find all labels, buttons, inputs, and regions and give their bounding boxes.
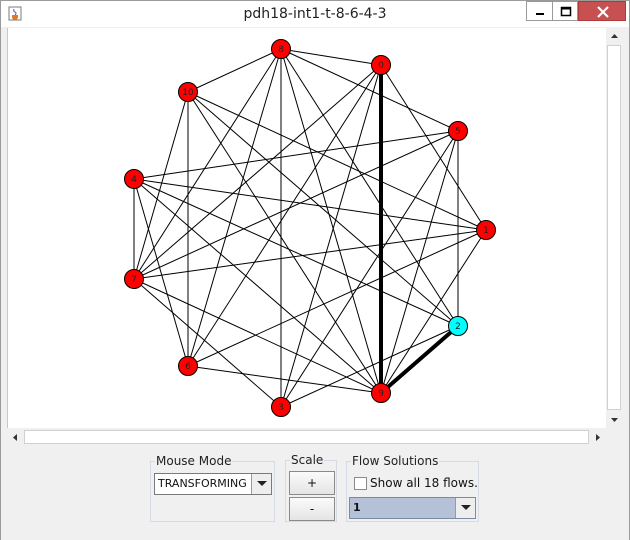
horizontal-scroll-thumb[interactable]	[24, 430, 589, 444]
graph-node-label: 2	[455, 322, 461, 332]
close-icon	[597, 6, 609, 18]
graph-edge-0-3	[280, 64, 382, 408]
graph-edge-5-9	[380, 130, 459, 394]
maximize-button[interactable]	[552, 1, 578, 21]
flow-solutions-panel: Flow Solutions Show all 18 flows. 1	[346, 454, 479, 522]
graph-node-4[interactable]: 4	[124, 169, 144, 189]
title-bar[interactable]: pdh18-int1-t-8-6-4-3	[1, 1, 629, 27]
flow-solution-dropdown-button[interactable]	[455, 498, 475, 518]
graph-node-10[interactable]: 10	[178, 82, 198, 102]
vertical-scrollbar[interactable]	[606, 28, 623, 428]
mouse-mode-panel: Mouse Mode TRANSFORMING	[150, 454, 275, 522]
graph-edge-0-7	[133, 64, 382, 280]
graph-node-label: 8	[278, 45, 284, 55]
graph-node-label: 4	[131, 175, 137, 185]
zoom-out-button[interactable]: -	[289, 497, 335, 521]
mouse-mode-title: Mouse Mode	[155, 454, 233, 468]
graph-node-label: 9	[378, 389, 384, 399]
graph-node-3[interactable]: 3	[271, 397, 291, 417]
show-all-flows-checkbox[interactable]	[354, 477, 367, 490]
mouse-mode-dropdown-button[interactable]	[251, 474, 271, 494]
show-all-flows-label[interactable]: Show all 18 flows.	[370, 475, 478, 492]
graph-node-1[interactable]: 1	[476, 220, 496, 240]
graph-node-label: 1	[483, 226, 489, 236]
flow-solution-value: 1	[353, 501, 361, 514]
graph-edge-8-6	[187, 48, 282, 367]
flow-solution-dropdown[interactable]: 1	[349, 497, 476, 519]
graph-edge-4-1	[133, 178, 487, 231]
scroll-left-icon[interactable]	[7, 429, 24, 446]
graph-edge-0-6	[187, 64, 382, 367]
graph-node-6[interactable]: 6	[178, 356, 198, 376]
graph-canvas[interactable]: 8 0 10 5 4 1 7 2 6 3 9	[7, 28, 607, 428]
scroll-right-icon[interactable]	[589, 429, 606, 446]
graph-node-label: 3	[278, 403, 284, 413]
horizontal-scrollbar[interactable]	[7, 429, 606, 446]
graph-view[interactable]: 8 0 10 5 4 1 7 2 6 3 9	[8, 28, 607, 428]
graph-node-label: 5	[455, 127, 461, 137]
scale-title: Scale	[290, 453, 325, 467]
graph-node-label: 7	[131, 275, 137, 285]
vertical-scroll-thumb[interactable]	[607, 45, 621, 410]
graph-edge-4-2	[133, 178, 459, 327]
graph-node-8[interactable]: 8	[271, 39, 291, 59]
graph-node-label: 0	[378, 61, 384, 71]
graph-edge-2-9	[379, 324, 460, 395]
mouse-mode-dropdown[interactable]: TRANSFORMING	[154, 473, 272, 495]
minimize-button[interactable]	[526, 1, 552, 21]
mouse-mode-value: TRANSFORMING	[158, 477, 247, 490]
graph-node-7[interactable]: 7	[124, 269, 144, 289]
minimize-icon	[536, 13, 544, 15]
zoom-in-button[interactable]: +	[289, 471, 335, 495]
flow-solutions-title: Flow Solutions	[351, 454, 440, 468]
graph-node-label: 10	[182, 88, 194, 98]
graph-node-5[interactable]: 5	[448, 121, 468, 141]
scale-panel: Scale + -	[285, 453, 337, 522]
scroll-down-icon[interactable]	[606, 411, 623, 428]
graph-edge-5-3	[280, 130, 459, 408]
graph-edge-8-9	[280, 48, 382, 394]
graph-node-0[interactable]: 0	[371, 55, 391, 75]
graph-node-2[interactable]: 2	[448, 316, 468, 336]
graph-edge-4-9	[133, 178, 382, 394]
chevron-down-icon	[461, 505, 471, 510]
maximize-icon	[560, 6, 572, 17]
close-button[interactable]	[578, 1, 626, 21]
graph-edge-10-2	[187, 91, 459, 327]
graph-edge-8-0	[280, 48, 382, 66]
scroll-up-icon[interactable]	[606, 28, 623, 45]
graph-node-9[interactable]: 9	[371, 383, 391, 403]
app-window: pdh18-int1-t-8-6-4-3 8 0 10 5 4 1 7 2 6 3 9 Mouse …	[0, 0, 630, 540]
chevron-down-icon	[257, 481, 267, 486]
graph-node-label: 6	[185, 362, 191, 372]
